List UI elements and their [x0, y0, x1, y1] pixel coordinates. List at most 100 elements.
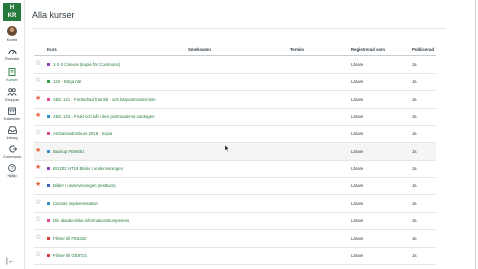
nav-label-account: Konto: [6, 37, 18, 42]
course-name-link[interactable]: Ambassadörskurs 2018 - kopia: [53, 131, 112, 136]
course-name-link[interactable]: 123 - Börja här: [53, 79, 81, 84]
title-divider: [32, 28, 446, 29]
nav-item-commons[interactable]: Commons: [0, 145, 24, 159]
course-name-link[interactable]: Filmer till GE8721: [53, 253, 87, 258]
course-color-swatch: [47, 167, 50, 171]
favorite-star-icon[interactable]: ☆: [35, 199, 41, 206]
table-row: ★ ABC 123 - Frukt och kål i den postmoder…: [34, 108, 436, 127]
scrollbar[interactable]: [475, 0, 476, 269]
course-enrolled-as: Lärare: [351, 235, 364, 241]
global-navigation: H KR Konto Översikt Kurser Grupper Kalen…: [0, 0, 25, 269]
favorite-star-icon[interactable]: ☆: [35, 77, 41, 84]
mouse-cursor-icon: [225, 145, 229, 152]
course-name-link[interactable]: ABC 121 - Förändrad framtid - och kärpos…: [53, 97, 155, 102]
course-published: Ja: [412, 114, 417, 120]
table-row: ☆ Canvas implementation Lärare Ja: [34, 195, 436, 213]
course-enrolled-as: Lärare: [351, 166, 364, 172]
calendar-icon: [8, 107, 16, 115]
groups-icon: [7, 88, 17, 96]
logo-text-top: H: [9, 5, 15, 11]
nav-label-courses: Kurser: [6, 77, 18, 82]
course-enrolled-as: Lärare: [351, 96, 364, 102]
table-row: ☆ 123 - Börja här Lärare Ja: [34, 73, 436, 92]
course-name-link[interactable]: Canvas implementation: [53, 201, 98, 206]
course-color-swatch: [47, 115, 50, 119]
favorite-star-icon[interactable]: ★: [35, 112, 41, 119]
course-published: Ja: [412, 200, 417, 206]
nav-label-dashboard: Översikt: [4, 56, 20, 61]
course-enrolled-as: Lärare: [351, 62, 364, 67]
course-color-swatch: [47, 80, 50, 84]
favorite-star-icon[interactable]: ☆: [35, 251, 41, 258]
collapse-arrow-icon: |←: [6, 258, 15, 265]
course-color-swatch: [47, 132, 50, 136]
courses-book-icon: [8, 68, 16, 76]
table-row: ☆ Filmer till GE8721 Lärare Ja: [34, 247, 436, 265]
page-title: Alla kurser: [32, 10, 75, 20]
course-published: Ja: [412, 252, 417, 258]
nav-label-help: Hjälp: [7, 173, 17, 178]
table-row: ★ ABC 121 - Förändrad framtid - och kärpo…: [34, 91, 436, 109]
course-enrolled-as: Lärare: [351, 183, 364, 189]
course-name-link[interactable]: 1-2-3 Canvas (kopia för Commons): [53, 62, 120, 67]
column-header-nickname[interactable]: Smeknamn: [188, 47, 211, 52]
course-enrolled-as: Lärare: [351, 131, 364, 137]
course-name-link[interactable]: ABC 123 - Frukt och kål i den postmodern…: [53, 114, 155, 119]
nav-item-help[interactable]: ? Hjälp: [0, 164, 24, 178]
favorite-star-icon[interactable]: ☆: [35, 60, 41, 67]
nav-item-inbox[interactable]: Inkorg: [0, 126, 24, 140]
nav-label-commons: Commons: [2, 154, 22, 159]
nav-item-groups[interactable]: Grupper: [0, 88, 24, 102]
logo-text-bottom: KR: [7, 13, 17, 19]
hkr-logo[interactable]: H KR: [3, 3, 21, 21]
course-color-swatch: [47, 63, 50, 66]
course-published: Ja: [412, 183, 417, 189]
course-published: Ja: [412, 218, 417, 224]
column-header-term[interactable]: Termin: [290, 47, 304, 52]
course-name-link[interactable]: Backup FE693U: [53, 149, 84, 154]
favorite-star-icon[interactable]: ☆: [35, 216, 41, 223]
nav-item-account[interactable]: Konto: [0, 26, 24, 42]
favorite-star-icon[interactable]: ★: [35, 95, 41, 102]
favorite-star-icon[interactable]: ★: [35, 181, 41, 188]
favorite-star-icon[interactable]: ★: [35, 164, 41, 171]
course-name-link[interactable]: Filmer till FE6332: [53, 236, 86, 241]
main-content: Alla kurser Kurs Smeknamn Termin Registr…: [24, 0, 478, 269]
course-published: Ja: [412, 148, 417, 154]
table-row: ★ Backup FE693U Lärare Ja: [34, 142, 436, 161]
course-name-link[interactable]: Bilder i undervisningen (testkurs): [53, 183, 116, 188]
column-header-course[interactable]: Kurs: [47, 47, 57, 52]
course-published: Ja: [412, 131, 417, 137]
table-row: ☆ Din akademiska informationskompetens Lär…: [34, 212, 436, 231]
favorite-star-icon[interactable]: ☆: [35, 234, 41, 241]
column-header-published[interactable]: Publicerad: [412, 47, 434, 52]
nav-item-courses[interactable]: Kurser: [0, 68, 24, 82]
course-enrolled-as: Lärare: [351, 148, 364, 154]
nav-item-dashboard[interactable]: Översikt: [0, 48, 24, 61]
course-enrolled-as: Lärare: [351, 252, 364, 258]
table-row: ★ BI1202 HT18 Bilder i undervisningen Lära…: [34, 160, 436, 179]
course-enrolled-as: Lärare: [351, 218, 364, 224]
course-enrolled-as: Lärare: [351, 200, 364, 206]
course-color-swatch: [47, 219, 50, 223]
course-name-link[interactable]: Din akademiska informationskompetens: [53, 218, 129, 223]
course-published: Ja: [412, 96, 417, 102]
favorite-star-icon[interactable]: ☆: [35, 129, 41, 136]
help-icon: ?: [8, 164, 16, 172]
nav-label-calendar: Kalender: [3, 116, 20, 121]
course-published: Ja: [412, 235, 417, 241]
nav-item-calendar[interactable]: Kalender: [0, 107, 24, 121]
course-name-link[interactable]: BI1202 HT18 Bilder i undervisningen: [53, 166, 123, 171]
course-enrolled-as: Lärare: [351, 79, 364, 85]
course-color-swatch: [47, 149, 50, 153]
collapse-nav-button[interactable]: |←: [6, 258, 15, 265]
column-header-enrolled-as[interactable]: Registrerad som: [351, 47, 385, 52]
dashboard-icon: [8, 50, 16, 55]
favorite-star-icon[interactable]: ★: [35, 147, 41, 154]
course-color-swatch: [47, 97, 50, 101]
course-color-swatch: [47, 253, 50, 257]
course-published: Ja: [412, 166, 417, 172]
nav-label-groups: Grupper: [4, 97, 20, 102]
course-enrolled-as: Lärare: [351, 114, 364, 120]
table-row: ☆ 1-2-3 Canvas (kopia för Commons) Lärare J…: [34, 56, 436, 74]
